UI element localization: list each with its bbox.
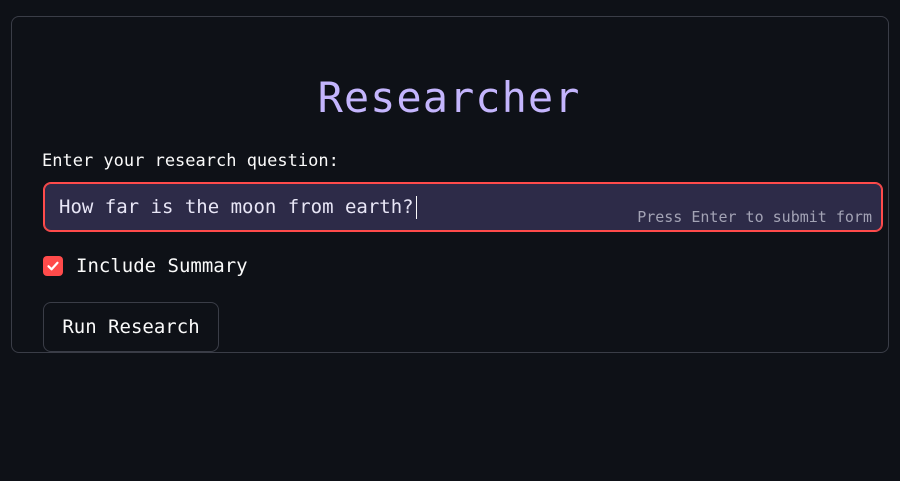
question-input-value[interactable]: How far is the moon from earth? [59, 194, 417, 220]
page-title: Researcher [317, 73, 581, 122]
run-research-button[interactable]: Run Research [43, 302, 219, 352]
question-label: Enter your research question: [42, 151, 339, 171]
research-form: Researcher Enter your research question:… [11, 16, 889, 353]
question-input[interactable]: How far is the moon from earth? Press En… [43, 182, 883, 232]
include-summary-option[interactable]: Include Summary [43, 254, 248, 278]
text-caret [415, 195, 417, 219]
question-text: How far is the moon from earth? [59, 196, 414, 218]
input-hint: Press Enter to submit form [637, 208, 872, 226]
checkmark-icon [47, 261, 59, 271]
include-summary-label[interactable]: Include Summary [76, 254, 248, 278]
include-summary-checkbox[interactable] [43, 256, 63, 276]
